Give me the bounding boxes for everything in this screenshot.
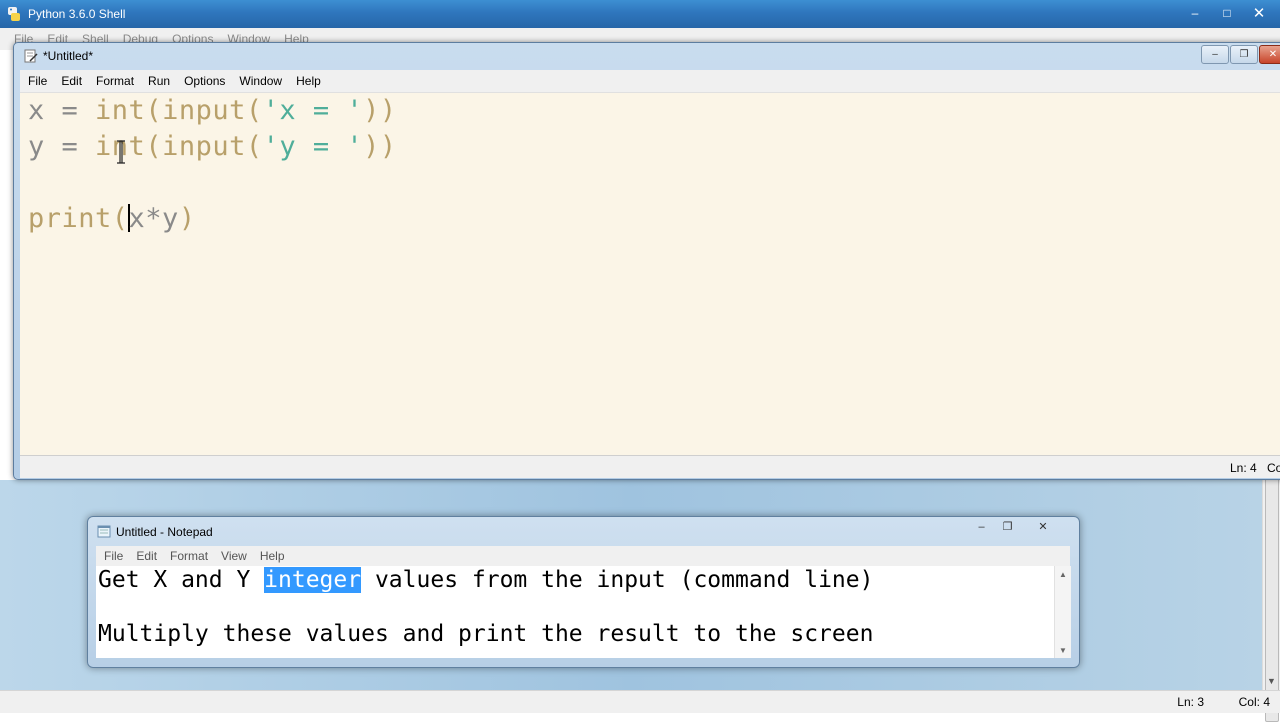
code-token: = xyxy=(44,131,96,162)
notepad-line-1: Get X and Y integer values from the inpu… xyxy=(98,567,873,593)
editor-menubar: File Edit Format Run Options Window Help xyxy=(20,70,1280,93)
scroll-down-icon[interactable]: ▼ xyxy=(1267,676,1276,686)
notepad-title: Untitled - Notepad xyxy=(116,525,213,539)
notepad-text: Get X and Y xyxy=(98,567,265,593)
scroll-up-icon[interactable]: ▲ xyxy=(1059,570,1067,579)
editor-window: *Untitled* – ❐ ✕ File Edit Format Run Option… xyxy=(13,42,1280,480)
shell-col-indicator: Col: 4 xyxy=(1238,695,1270,709)
notepad-menu-file[interactable]: File xyxy=(104,549,123,563)
notepad-text: values from the input (command line) xyxy=(361,567,874,593)
notepad-menu-view[interactable]: View xyxy=(221,549,247,563)
code-token: 'y = ' xyxy=(262,131,364,162)
shell-titlebar[interactable]: Python 3.6.0 Shell – □ ✕ xyxy=(0,0,1280,28)
editor-line-indicator: Ln: 4 xyxy=(1230,461,1257,475)
code-token: x*y xyxy=(128,203,179,234)
notepad-menu-help[interactable]: Help xyxy=(260,549,285,563)
editor-icon xyxy=(24,49,38,63)
code-line-1: x = int(input('x = ')) xyxy=(28,95,397,126)
editor-col-indicator: Co xyxy=(1267,461,1280,475)
notepad-titlebar[interactable]: Untitled - Notepad – ❐ ✕ xyxy=(88,517,1079,545)
notepad-line-2: Multiply these values and print the resu… xyxy=(98,621,874,647)
close-icon[interactable]: ✕ xyxy=(1021,518,1065,535)
close-icon[interactable]: ✕ xyxy=(1244,3,1274,22)
notepad-menu-edit[interactable]: Edit xyxy=(136,549,157,563)
code-token: y xyxy=(28,131,45,162)
editor-statusbar: Ln: 4 Co xyxy=(20,455,1280,478)
notepad-scrollbar[interactable]: ▲ ▼ xyxy=(1054,566,1071,658)
python-icon xyxy=(8,7,20,21)
close-icon[interactable]: ✕ xyxy=(1259,45,1280,64)
code-token: )) xyxy=(363,131,397,162)
editor-menu-options[interactable]: Options xyxy=(184,74,225,88)
code-line-4: print(x*y) xyxy=(28,203,196,234)
code-token: )) xyxy=(363,95,397,126)
scroll-down-icon[interactable]: ▼ xyxy=(1059,646,1067,655)
shell-line-indicator: Ln: 3 xyxy=(1177,695,1204,709)
editor-menu-format[interactable]: Format xyxy=(96,74,134,88)
minimize-icon[interactable]: – xyxy=(1180,3,1210,22)
notepad-window: Untitled - Notepad – ❐ ✕ File Edit Format V… xyxy=(87,516,1080,668)
code-editor-area[interactable]: x = int(input('x = ')) y = int(input('y … xyxy=(20,93,1280,455)
code-token: ) xyxy=(178,203,196,234)
shell-title: Python 3.6.0 Shell xyxy=(28,7,126,21)
editor-titlebar[interactable]: *Untitled* – ❐ ✕ xyxy=(14,43,1280,69)
code-token: x xyxy=(28,95,45,126)
code-token: print( xyxy=(28,203,129,234)
editor-menu-run[interactable]: Run xyxy=(148,74,170,88)
editor-menu-file[interactable]: File xyxy=(28,74,47,88)
editor-menu-edit[interactable]: Edit xyxy=(61,74,82,88)
code-token: int(input( xyxy=(95,95,263,126)
editor-menu-help[interactable]: Help xyxy=(296,74,321,88)
notepad-menu-format[interactable]: Format xyxy=(170,549,208,563)
maximize-icon[interactable]: ❐ xyxy=(1230,45,1258,64)
maximize-icon[interactable]: ❐ xyxy=(995,518,1020,535)
editor-title: *Untitled* xyxy=(43,49,94,63)
code-token: 'x = ' xyxy=(262,95,364,126)
notepad-text-area[interactable]: Get X and Y integer values from the inpu… xyxy=(96,566,1054,658)
editor-menu-window[interactable]: Window xyxy=(239,74,282,88)
code-token: = xyxy=(44,95,96,126)
minimize-icon[interactable]: – xyxy=(1201,45,1229,64)
shell-statusbar: Ln: 3 Col: 4 xyxy=(0,690,1280,713)
notepad-menubar: File Edit Format View Help xyxy=(96,546,1070,566)
minimize-icon[interactable]: – xyxy=(969,518,994,535)
code-line-2: y = int(input('y = ')) xyxy=(28,131,397,162)
notepad-icon xyxy=(97,525,111,538)
maximize-icon[interactable]: □ xyxy=(1212,3,1242,22)
text-cursor-icon xyxy=(117,140,125,164)
selected-text: integer xyxy=(264,567,362,593)
